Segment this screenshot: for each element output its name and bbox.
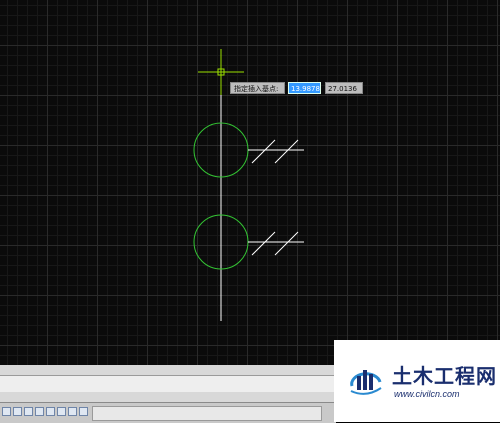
dynamic-input-x-field[interactable]: 13.9878 [288,82,321,94]
watermark-url: www.civilcn.com [394,389,460,399]
dynamic-input-y-field[interactable]: 27.0136 [325,82,363,94]
osnap-toggle-icon[interactable] [46,407,55,416]
upper-hatch-stroke-1[interactable] [251,139,276,164]
status-bar [0,402,336,423]
otrack-toggle-icon[interactable] [57,407,66,416]
dynamic-input-prompt: 指定插入基点: [230,82,285,94]
command-line-input[interactable] [0,375,336,392]
upper-hatch-stroke-2[interactable] [274,139,299,164]
polar-toggle-icon[interactable] [35,407,44,416]
grid-toggle-icon[interactable] [13,407,22,416]
watermark-logo: 土木工程网 www.civilcn.com [334,340,500,422]
lower-hatch-stroke-2[interactable] [274,231,299,256]
drawing-geometry [193,49,304,321]
snap-toggle-icon[interactable] [2,407,11,416]
drawing-canvas[interactable]: 指定插入基点: 13.9878 27.0136 [0,0,500,375]
ortho-toggle-icon[interactable] [24,407,33,416]
status-bar-panel [92,406,322,421]
watermark-title: 土木工程网 [392,364,497,388]
lineweight-toggle-icon[interactable] [79,407,88,416]
lower-hatch-stroke-1[interactable] [251,231,276,256]
civilcn-logo-icon [350,370,382,395]
dynamic-input-toggle-icon[interactable] [68,407,77,416]
cad-application-window: 指定插入基点: 13.9878 27.0136 土木工程网 www.civilc… [0,0,500,423]
